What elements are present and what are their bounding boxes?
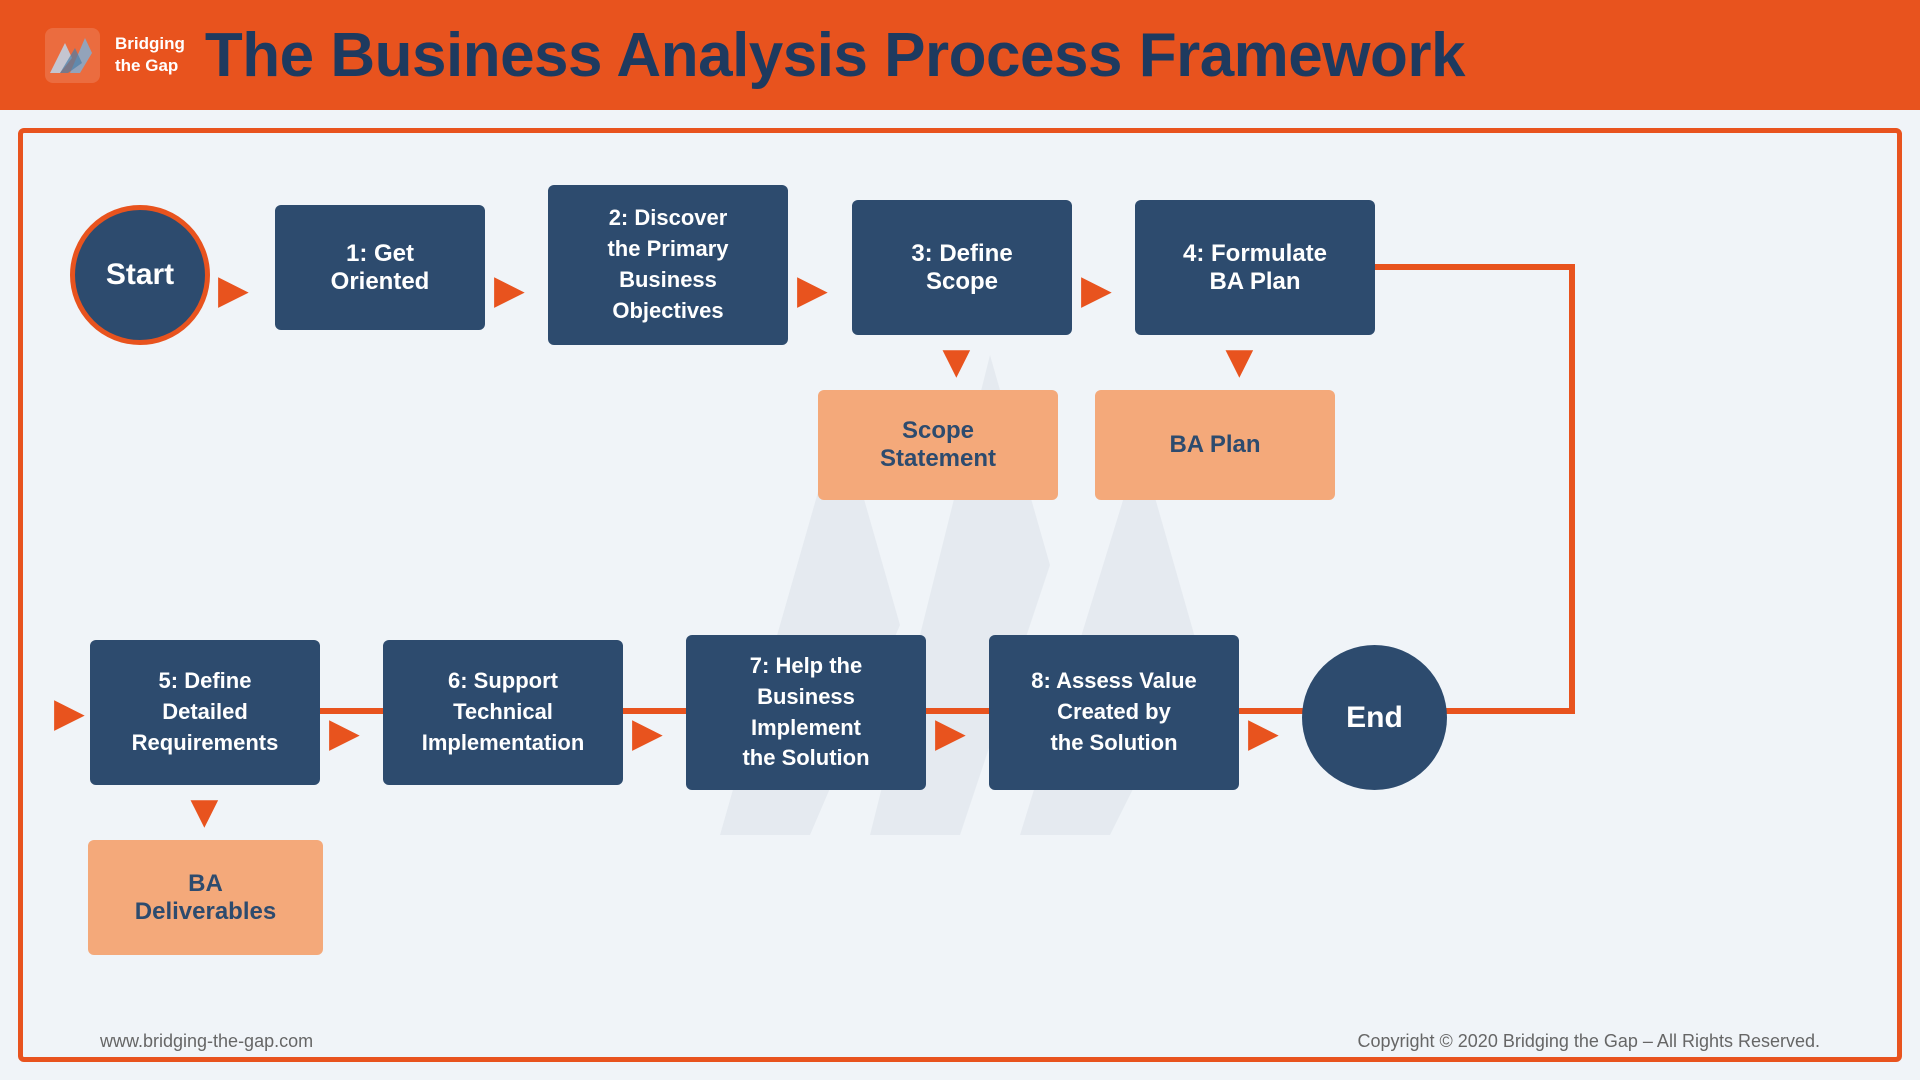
step-5-box: 5: Define Detailed Requirements bbox=[90, 640, 320, 785]
watermark bbox=[660, 295, 1260, 895]
step-8-box: 8: Assess Value Created by the Solution bbox=[989, 635, 1239, 790]
main-area: Start ▶ 1: Get Oriented ▶ 2: Discover th… bbox=[0, 110, 1920, 1080]
step-3-box: 3: Define Scope bbox=[852, 200, 1072, 335]
arrow-connector-to-5: ▶ bbox=[54, 690, 85, 736]
scope-statement-label: Scope Statement bbox=[880, 417, 996, 473]
down-arrow-ba-plan: ▶ bbox=[1221, 350, 1263, 378]
arrow-5-6: ▶ bbox=[329, 710, 360, 756]
step-4-label: 4: Formulate BA Plan bbox=[1183, 240, 1327, 296]
ba-plan-label: BA Plan bbox=[1169, 431, 1260, 459]
ba-deliverables-label: BA Deliverables bbox=[135, 870, 276, 926]
footer-website: www.bridging-the-gap.com bbox=[100, 1031, 313, 1052]
header: Bridging the Gap The Business Analysis P… bbox=[0, 0, 1920, 110]
ba-plan-box: BA Plan bbox=[1095, 390, 1335, 500]
logo-icon bbox=[40, 23, 105, 88]
connector-v-right bbox=[1569, 264, 1575, 714]
step-6-box: 6: Support Technical Implementation bbox=[383, 640, 623, 785]
step-3-label: 3: Define Scope bbox=[911, 240, 1012, 296]
step-2-box: 2: Discover the Primary Business Objecti… bbox=[548, 185, 788, 345]
step-1-box: 1: Get Oriented bbox=[275, 205, 485, 330]
scope-statement-box: Scope Statement bbox=[818, 390, 1058, 500]
down-arrow-scope: ▶ bbox=[938, 350, 980, 378]
step-1-label: 1: Get Oriented bbox=[331, 240, 430, 296]
step-8-label: 8: Assess Value Created by the Solution bbox=[1031, 666, 1197, 758]
step-4-box: 4: Formulate BA Plan bbox=[1135, 200, 1375, 335]
step-5-label: 5: Define Detailed Requirements bbox=[132, 666, 279, 758]
arrow-8-end: ▶ bbox=[1248, 710, 1279, 756]
step-6-label: 6: Support Technical Implementation bbox=[422, 666, 585, 758]
header-title: The Business Analysis Process Framework bbox=[205, 20, 1465, 91]
arrow-6-7: ▶ bbox=[632, 710, 663, 756]
end-label: End bbox=[1346, 701, 1403, 735]
arrow-7-8: ▶ bbox=[935, 710, 966, 756]
arrow-1-2: ▶ bbox=[494, 267, 525, 313]
arrow-3-4: ▶ bbox=[1081, 267, 1112, 313]
arrow-start-1: ▶ bbox=[218, 267, 249, 313]
app-container: Bridging the Gap The Business Analysis P… bbox=[0, 0, 1920, 1080]
arrow-2-3: ▶ bbox=[797, 267, 828, 313]
start-node: Start bbox=[70, 205, 210, 345]
logo-text: Bridging the Gap bbox=[115, 33, 185, 77]
connector-h-top bbox=[1375, 264, 1575, 270]
down-arrow-deliverables: ▶ bbox=[186, 800, 228, 828]
end-node: End bbox=[1302, 645, 1447, 790]
logo-area: Bridging the Gap bbox=[40, 23, 185, 88]
step-7-label: 7: Help the Business Implement the Solut… bbox=[742, 651, 869, 774]
step-7-box: 7: Help the Business Implement the Solut… bbox=[686, 635, 926, 790]
start-label: Start bbox=[106, 258, 174, 292]
step-2-label: 2: Discover the Primary Business Objecti… bbox=[607, 203, 728, 326]
footer: www.bridging-the-gap.com Copyright © 202… bbox=[0, 1031, 1920, 1052]
footer-copyright: Copyright © 2020 Bridging the Gap – All … bbox=[1357, 1031, 1820, 1052]
ba-deliverables-box: BA Deliverables bbox=[88, 840, 323, 955]
